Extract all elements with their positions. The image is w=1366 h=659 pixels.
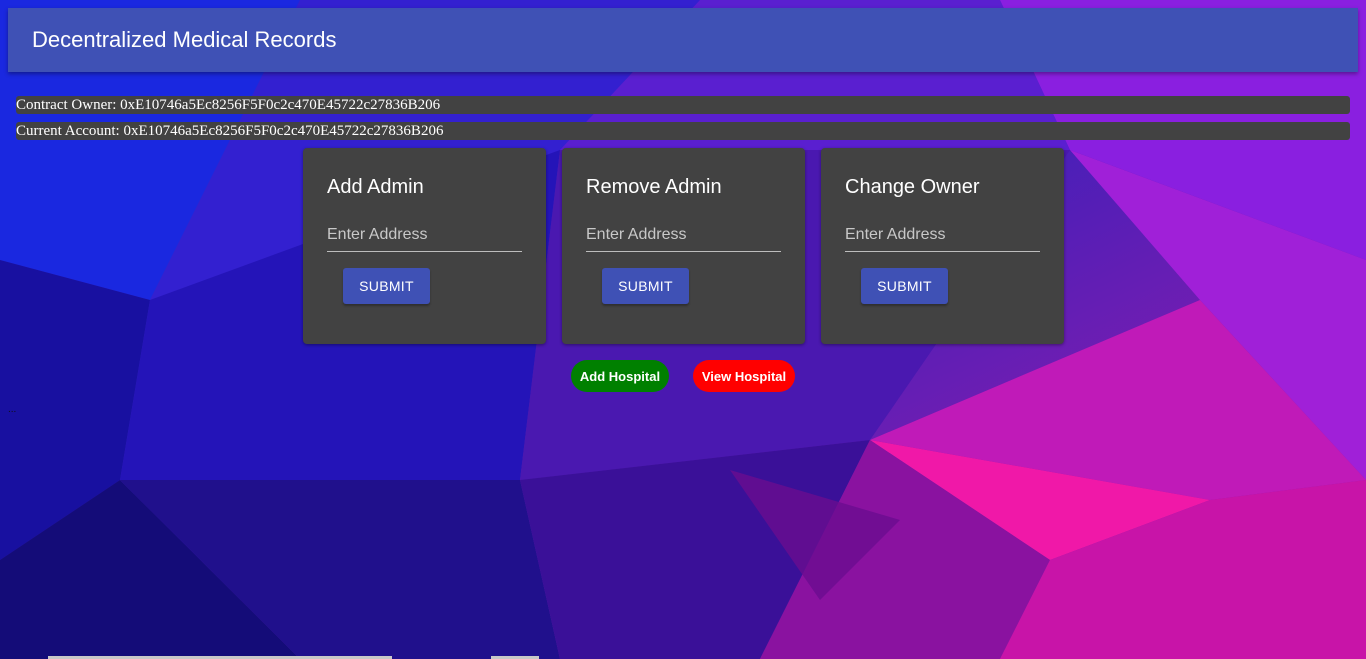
add-admin-address-input[interactable] [327,222,522,252]
contract-owner-bar: Contract Owner: 0xE10746a5Ec8256F5F0c2c4… [16,96,1350,114]
contract-owner-text: Contract Owner: 0xE10746a5Ec8256F5F0c2c4… [16,97,441,113]
change-owner-card: Change Owner SUBMIT [821,148,1064,344]
remove-admin-title: Remove Admin [586,176,722,198]
current-account-bar: Current Account: 0xE10746a5Ec8256F5F0c2c… [16,122,1350,140]
add-admin-card: Add Admin SUBMIT [303,148,546,344]
change-owner-submit-button[interactable]: SUBMIT [861,268,948,304]
remove-admin-submit-button[interactable]: SUBMIT [602,268,689,304]
current-account-text: Current Account: 0xE10746a5Ec8256F5F0c2c… [16,123,444,139]
add-admin-submit-button[interactable]: SUBMIT [343,268,430,304]
remove-admin-card: Remove Admin SUBMIT [562,148,805,344]
change-owner-title: Change Owner [845,176,980,198]
view-hospital-button[interactable]: View Hospital [693,360,795,392]
add-admin-title: Add Admin [327,176,424,198]
remove-admin-address-input[interactable] [586,222,781,252]
change-owner-address-input[interactable] [845,222,1040,252]
ellipsis-text: ... [8,404,17,415]
app-title: Decentralized Medical Records [32,27,337,52]
app-bar: Decentralized Medical Records [8,8,1358,72]
add-hospital-button[interactable]: Add Hospital [571,360,669,392]
